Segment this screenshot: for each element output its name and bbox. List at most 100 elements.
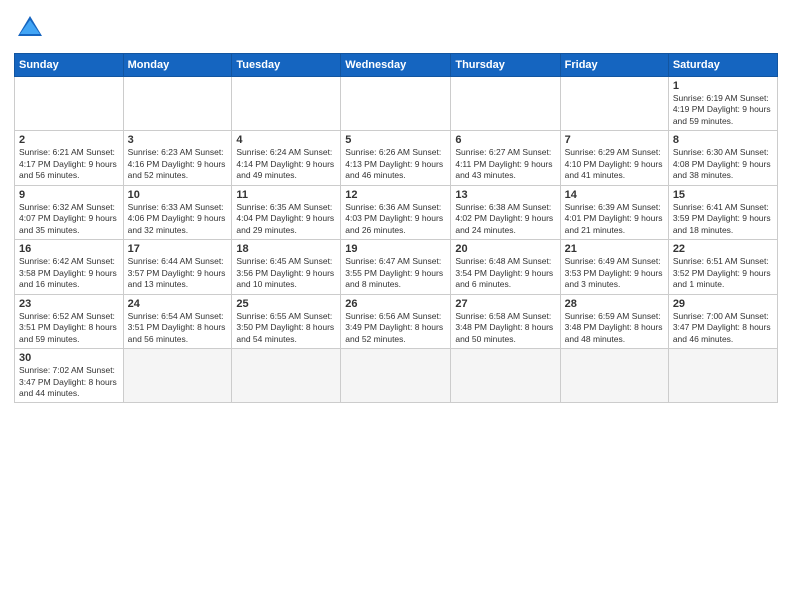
week-row-2: 2Sunrise: 6:21 AM Sunset: 4:17 PM Daylig… [15,131,778,185]
day-info: Sunrise: 6:23 AM Sunset: 4:16 PM Dayligh… [128,147,228,181]
day-cell: 3Sunrise: 6:23 AM Sunset: 4:16 PM Daylig… [123,131,232,185]
day-number: 24 [128,298,228,310]
weekday-header-row: SundayMondayTuesdayWednesdayThursdayFrid… [15,54,778,77]
week-row-1: 1Sunrise: 6:19 AM Sunset: 4:19 PM Daylig… [15,77,778,131]
day-number: 11 [236,189,336,201]
day-cell: 5Sunrise: 6:26 AM Sunset: 4:13 PM Daylig… [341,131,451,185]
day-info: Sunrise: 6:30 AM Sunset: 4:08 PM Dayligh… [673,147,773,181]
day-cell [232,349,341,403]
day-cell: 7Sunrise: 6:29 AM Sunset: 4:10 PM Daylig… [560,131,668,185]
calendar-table: SundayMondayTuesdayWednesdayThursdayFrid… [14,53,778,403]
day-info: Sunrise: 6:45 AM Sunset: 3:56 PM Dayligh… [236,256,336,290]
day-number: 22 [673,243,773,255]
day-cell [451,77,560,131]
day-info: Sunrise: 6:21 AM Sunset: 4:17 PM Dayligh… [19,147,119,181]
day-info: Sunrise: 6:39 AM Sunset: 4:01 PM Dayligh… [565,202,664,236]
day-cell: 21Sunrise: 6:49 AM Sunset: 3:53 PM Dayli… [560,240,668,294]
day-cell: 26Sunrise: 6:56 AM Sunset: 3:49 PM Dayli… [341,294,451,348]
day-info: Sunrise: 6:27 AM Sunset: 4:11 PM Dayligh… [455,147,555,181]
day-info: Sunrise: 6:24 AM Sunset: 4:14 PM Dayligh… [236,147,336,181]
day-cell: 6Sunrise: 6:27 AM Sunset: 4:11 PM Daylig… [451,131,560,185]
day-cell [123,349,232,403]
weekday-header-monday: Monday [123,54,232,77]
day-number: 14 [565,189,664,201]
day-number: 19 [345,243,446,255]
day-info: Sunrise: 6:44 AM Sunset: 3:57 PM Dayligh… [128,256,228,290]
day-info: Sunrise: 6:42 AM Sunset: 3:58 PM Dayligh… [19,256,119,290]
day-cell: 29Sunrise: 7:00 AM Sunset: 3:47 PM Dayli… [668,294,777,348]
day-number: 16 [19,243,119,255]
day-info: Sunrise: 6:19 AM Sunset: 4:19 PM Dayligh… [673,93,773,127]
weekday-header-friday: Friday [560,54,668,77]
day-number: 28 [565,298,664,310]
day-cell [341,77,451,131]
day-info: Sunrise: 7:02 AM Sunset: 3:47 PM Dayligh… [19,365,119,399]
day-cell: 9Sunrise: 6:32 AM Sunset: 4:07 PM Daylig… [15,185,124,239]
day-cell [560,77,668,131]
day-cell: 27Sunrise: 6:58 AM Sunset: 3:48 PM Dayli… [451,294,560,348]
day-number: 1 [673,80,773,92]
day-info: Sunrise: 6:51 AM Sunset: 3:52 PM Dayligh… [673,256,773,290]
day-info: Sunrise: 6:48 AM Sunset: 3:54 PM Dayligh… [455,256,555,290]
day-info: Sunrise: 6:54 AM Sunset: 3:51 PM Dayligh… [128,311,228,345]
day-info: Sunrise: 6:59 AM Sunset: 3:48 PM Dayligh… [565,311,664,345]
day-number: 9 [19,189,119,201]
day-cell: 20Sunrise: 6:48 AM Sunset: 3:54 PM Dayli… [451,240,560,294]
day-info: Sunrise: 7:00 AM Sunset: 3:47 PM Dayligh… [673,311,773,345]
day-cell: 12Sunrise: 6:36 AM Sunset: 4:03 PM Dayli… [341,185,451,239]
day-cell: 17Sunrise: 6:44 AM Sunset: 3:57 PM Dayli… [123,240,232,294]
day-info: Sunrise: 6:36 AM Sunset: 4:03 PM Dayligh… [345,202,446,236]
day-number: 13 [455,189,555,201]
day-info: Sunrise: 6:56 AM Sunset: 3:49 PM Dayligh… [345,311,446,345]
day-info: Sunrise: 6:47 AM Sunset: 3:55 PM Dayligh… [345,256,446,290]
day-number: 30 [19,352,119,364]
day-number: 5 [345,134,446,146]
day-info: Sunrise: 6:33 AM Sunset: 4:06 PM Dayligh… [128,202,228,236]
day-number: 2 [19,134,119,146]
weekday-header-saturday: Saturday [668,54,777,77]
weekday-header-thursday: Thursday [451,54,560,77]
day-cell [451,349,560,403]
day-number: 20 [455,243,555,255]
day-info: Sunrise: 6:58 AM Sunset: 3:48 PM Dayligh… [455,311,555,345]
day-cell [15,77,124,131]
day-cell [668,349,777,403]
day-number: 15 [673,189,773,201]
logo [14,10,44,47]
day-cell: 23Sunrise: 6:52 AM Sunset: 3:51 PM Dayli… [15,294,124,348]
day-cell [232,77,341,131]
day-cell: 19Sunrise: 6:47 AM Sunset: 3:55 PM Dayli… [341,240,451,294]
week-row-4: 16Sunrise: 6:42 AM Sunset: 3:58 PM Dayli… [15,240,778,294]
day-number: 25 [236,298,336,310]
day-info: Sunrise: 6:49 AM Sunset: 3:53 PM Dayligh… [565,256,664,290]
day-number: 29 [673,298,773,310]
weekday-header-sunday: Sunday [15,54,124,77]
weekday-header-tuesday: Tuesday [232,54,341,77]
day-number: 17 [128,243,228,255]
day-cell [341,349,451,403]
logo-icon [16,14,44,42]
page: SundayMondayTuesdayWednesdayThursdayFrid… [0,0,792,413]
day-cell: 24Sunrise: 6:54 AM Sunset: 3:51 PM Dayli… [123,294,232,348]
day-cell [560,349,668,403]
day-cell: 18Sunrise: 6:45 AM Sunset: 3:56 PM Dayli… [232,240,341,294]
day-info: Sunrise: 6:41 AM Sunset: 3:59 PM Dayligh… [673,202,773,236]
day-info: Sunrise: 6:55 AM Sunset: 3:50 PM Dayligh… [236,311,336,345]
day-number: 12 [345,189,446,201]
day-number: 18 [236,243,336,255]
day-info: Sunrise: 6:38 AM Sunset: 4:02 PM Dayligh… [455,202,555,236]
day-cell: 28Sunrise: 6:59 AM Sunset: 3:48 PM Dayli… [560,294,668,348]
header [14,10,778,47]
day-number: 7 [565,134,664,146]
day-cell: 8Sunrise: 6:30 AM Sunset: 4:08 PM Daylig… [668,131,777,185]
day-cell: 22Sunrise: 6:51 AM Sunset: 3:52 PM Dayli… [668,240,777,294]
day-cell: 15Sunrise: 6:41 AM Sunset: 3:59 PM Dayli… [668,185,777,239]
day-info: Sunrise: 6:52 AM Sunset: 3:51 PM Dayligh… [19,311,119,345]
day-cell [123,77,232,131]
day-number: 3 [128,134,228,146]
day-info: Sunrise: 6:26 AM Sunset: 4:13 PM Dayligh… [345,147,446,181]
day-number: 23 [19,298,119,310]
logo-text [14,14,44,47]
day-number: 10 [128,189,228,201]
day-info: Sunrise: 6:32 AM Sunset: 4:07 PM Dayligh… [19,202,119,236]
